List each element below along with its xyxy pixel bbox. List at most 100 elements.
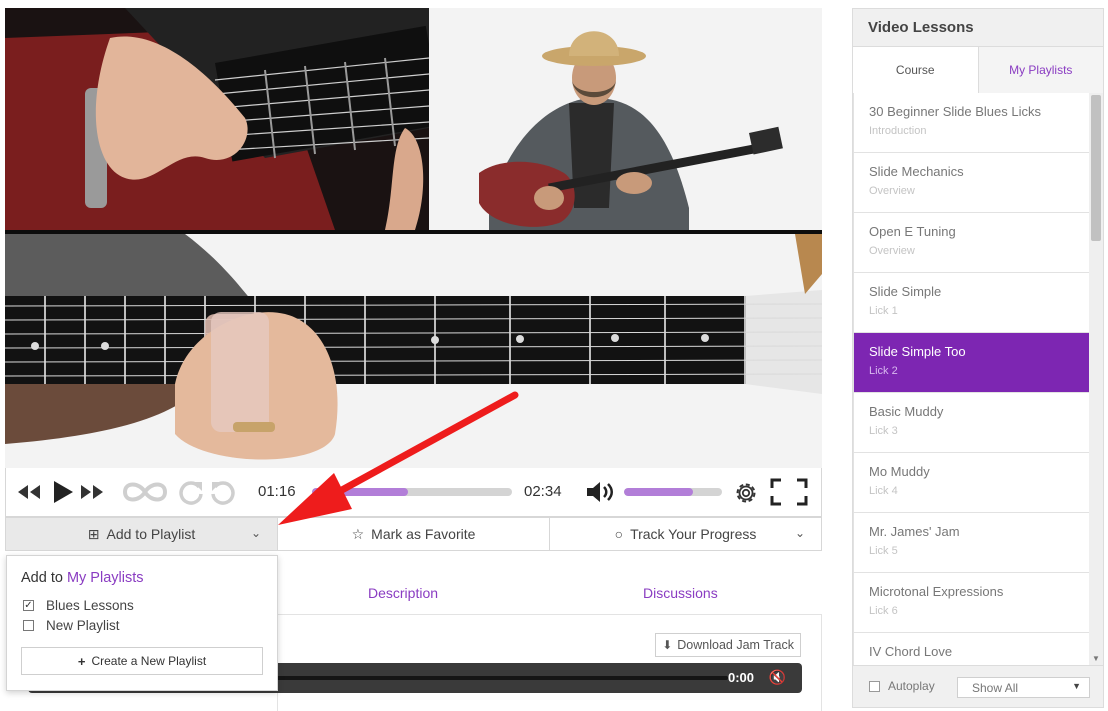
- add-to-playlist-button[interactable]: ⊞ Add to Playlist ⌄: [6, 518, 278, 550]
- lesson-title: Open E Tuning: [869, 224, 956, 239]
- download-jam-track-label: Download Jam Track: [677, 638, 794, 652]
- lesson-item[interactable]: Slide Mechanics Overview: [853, 153, 1089, 213]
- lesson-item[interactable]: IV Chord LoveLick 7: [853, 633, 1089, 665]
- lesson-subtitle: Lick 2: [869, 365, 898, 377]
- tab-description[interactable]: Description: [368, 585, 438, 601]
- mark-favorite-button[interactable]: ☆ Mark as Favorite: [278, 518, 550, 550]
- plus-square-icon: ⊞: [87, 525, 100, 542]
- tab-content: ⬇ Download Jam Track 0:00 🔇: [28, 614, 822, 711]
- fullscreen-button[interactable]: [770, 478, 808, 506]
- add-to-playlist-dropdown: Add to My Playlists ✓ Blues Lessons New …: [6, 555, 278, 691]
- lesson-page: 01:16 02:34 ⊞ Add to Playlist ⌄ ☆ Mark a…: [0, 0, 1108, 711]
- chevron-down-icon: ⌄: [250, 526, 261, 540]
- sidebar-title: Video Lessons: [868, 19, 974, 36]
- lesson-list-scrollbar[interactable]: ▼: [1089, 93, 1103, 665]
- lesson-subtitle: Lick 5: [869, 545, 898, 557]
- seek-slider[interactable]: [312, 488, 512, 496]
- video-panel-picking-hand: [5, 8, 429, 230]
- lesson-subtitle: Lick 6: [869, 605, 898, 617]
- tab-discussions[interactable]: Discussions: [643, 585, 718, 601]
- scrollbar-thumb[interactable]: [1091, 95, 1101, 241]
- playlist-option[interactable]: ✓ Blues Lessons: [23, 598, 134, 613]
- lesson-item[interactable]: 30 Beginner Slide Blues Licks Introductio…: [853, 93, 1089, 153]
- lesson-item[interactable]: Microtonal Expressions Lick 6: [853, 573, 1089, 633]
- lesson-title: Slide Simple Too: [869, 344, 966, 359]
- rewind-button[interactable]: [16, 482, 42, 502]
- loop-icon: [122, 482, 168, 502]
- lesson-subtitle: Overview: [869, 185, 915, 197]
- playlist-option[interactable]: New Playlist: [23, 618, 120, 633]
- volume-button[interactable]: [585, 479, 615, 505]
- loop-end-button[interactable]: [209, 478, 237, 506]
- dropdown-title: Add to My Playlists: [21, 570, 144, 586]
- lesson-title: IV Chord Love: [869, 644, 953, 659]
- checkbox[interactable]: [23, 620, 34, 631]
- lesson-subtitle: Introduction: [869, 125, 927, 137]
- lesson-subtitle: Overview: [869, 245, 915, 257]
- plus-icon: +: [77, 653, 86, 669]
- guitar-closeup-illustration: [5, 8, 429, 230]
- show-filter-value: Show All: [972, 681, 1019, 695]
- undo-icon: [211, 481, 235, 505]
- star-icon: ☆: [351, 525, 365, 542]
- redo-icon: [179, 481, 203, 505]
- tab-my-playlists[interactable]: My Playlists: [978, 47, 1103, 93]
- play-icon: [54, 481, 73, 503]
- lesson-title: Mr. James' Jam: [869, 524, 960, 539]
- seek-progress: [312, 488, 408, 496]
- scroll-down-arrow-icon[interactable]: ▼: [1092, 654, 1100, 663]
- lesson-title: Mo Muddy: [869, 464, 930, 479]
- settings-button[interactable]: [732, 479, 760, 507]
- lesson-item[interactable]: Mo Muddy Lick 4: [853, 453, 1089, 513]
- volume-slider[interactable]: [624, 488, 722, 496]
- add-to-playlist-label: Add to Playlist: [106, 526, 196, 542]
- lesson-item[interactable]: Mr. James' Jam Lick 5: [853, 513, 1089, 573]
- dropdown-title-prefix: Add to: [21, 570, 63, 586]
- lesson-title: Microtonal Expressions: [869, 584, 1004, 599]
- lesson-title: Slide Simple: [869, 284, 942, 299]
- guitarist-illustration: [429, 8, 822, 230]
- lesson-subtitle: Lick 1: [869, 305, 898, 317]
- total-time: 02:34: [524, 483, 562, 500]
- playlist-option-label: New Playlist: [46, 618, 120, 633]
- loop-button[interactable]: [119, 478, 171, 506]
- jam-track-time: 0:00: [727, 670, 754, 685]
- autoplay-checkbox[interactable]: [869, 681, 880, 692]
- fast-forward-icon: [81, 485, 103, 499]
- tab-course[interactable]: Course: [853, 47, 979, 93]
- lesson-title: Basic Muddy: [869, 404, 944, 419]
- fullscreen-icon: [770, 478, 808, 506]
- lesson-item[interactable]: Slide Simple Too Lick 2: [853, 333, 1089, 393]
- checkbox[interactable]: ✓: [23, 600, 34, 611]
- lesson-subtitle: Lick 3: [869, 425, 898, 437]
- lesson-title: Slide Mechanics: [869, 164, 964, 179]
- lesson-item[interactable]: Basic Muddy Lick 3: [853, 393, 1089, 453]
- download-icon: ⬇: [662, 638, 673, 652]
- volume-icon: [587, 482, 613, 502]
- lesson-item[interactable]: Slide Simple Lick 1: [853, 273, 1089, 333]
- create-playlist-button[interactable]: + Create a New Playlist: [21, 647, 263, 675]
- video-panel-slide-hand: [5, 234, 822, 468]
- fast-forward-button[interactable]: [79, 482, 105, 502]
- mark-favorite-label: Mark as Favorite: [371, 526, 476, 542]
- sidebar-footer: Autoplay Show All ▼: [853, 665, 1103, 707]
- play-button[interactable]: [52, 479, 74, 505]
- download-jam-track-button[interactable]: ⬇ Download Jam Track: [655, 633, 801, 657]
- sidebar-tabs: Course My Playlists: [853, 46, 1103, 93]
- show-filter-select[interactable]: Show All ▼: [957, 677, 1090, 698]
- playlist-option-label: Blues Lessons: [46, 598, 134, 613]
- volume-level: [624, 488, 693, 496]
- lesson-item[interactable]: Open E Tuning Overview: [853, 213, 1089, 273]
- video-player[interactable]: [5, 8, 822, 468]
- track-progress-label: Track Your Progress: [630, 526, 757, 542]
- lesson-list: 30 Beginner Slide Blues Licks Introductio…: [853, 93, 1089, 665]
- loop-start-button[interactable]: [177, 478, 205, 506]
- rewind-icon: [18, 485, 40, 499]
- lesson-action-bar: ⊞ Add to Playlist ⌄ ☆ Mark as Favorite ○…: [5, 517, 822, 551]
- mute-icon[interactable]: 🔇: [769, 669, 786, 686]
- dropdown-title-accent: My Playlists: [66, 570, 144, 586]
- lesson-subtitle: Lick 4: [869, 485, 898, 497]
- dropdown-arrow-icon: ▼: [1072, 681, 1081, 691]
- track-progress-button[interactable]: ○ Track Your Progress ⌄: [550, 518, 821, 550]
- autoplay-label: Autoplay: [888, 679, 935, 693]
